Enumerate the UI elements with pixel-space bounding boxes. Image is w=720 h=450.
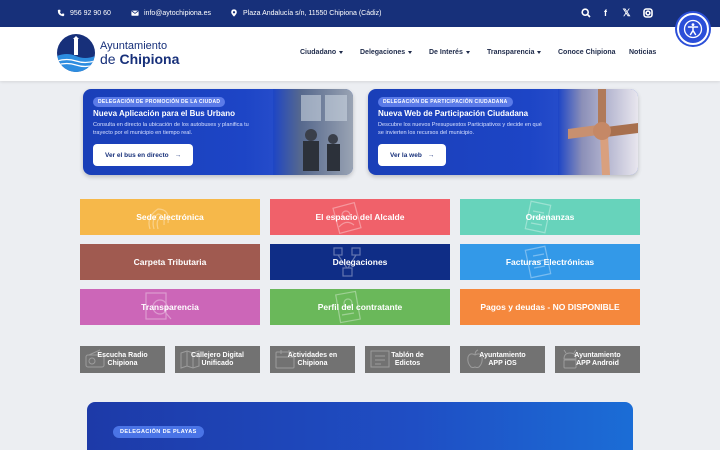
nav-label: Delegaciones (360, 49, 406, 56)
label-line2: APP iOS (488, 359, 517, 367)
label-line2: Chipiona (107, 359, 138, 367)
nav-de-interes[interactable]: De Interés (429, 49, 470, 56)
small-tile-label: Actividades en Chipiona (288, 352, 337, 368)
address-text: Plaza Andalucía s/n, 11550 Chipiona (Cád… (243, 9, 382, 17)
accessibility-button[interactable] (677, 13, 709, 45)
beach-badge: DELEGACIÓN DE PLAYAS (113, 426, 204, 438)
tile-perfil-contratante[interactable]: Perfil del contratante (270, 289, 450, 325)
tile-label: Transparencia (141, 302, 199, 312)
label-line2: Chipiona (297, 359, 328, 367)
mail-icon (131, 10, 139, 16)
label-line2: Unificado (201, 359, 234, 367)
x-icon[interactable]: 𝕏 (621, 8, 632, 19)
chevron-down-icon (537, 51, 542, 54)
tile-transparencia[interactable]: Transparencia (80, 289, 260, 325)
logo-subtitle-prefix: de (100, 51, 120, 67)
promo-title: Nueva Aplicación para el Bus Urbano (93, 109, 235, 118)
promo-card-bus: DELEGACIÓN DE PROMOCIÓN DE LA CIUDAD Nue… (83, 89, 353, 175)
small-tile-label: Tablón de Edictos (391, 352, 424, 368)
tile-label: Ordenanzas (525, 212, 575, 222)
beaches-banner: DELEGACIÓN DE PLAYAS (87, 402, 633, 450)
instagram-icon[interactable] (642, 8, 653, 19)
phone-icon (57, 9, 65, 17)
label-line1: Ayuntamiento (479, 351, 526, 359)
tile-espacio-alcalde[interactable]: El espacio del Alcalde (270, 199, 450, 235)
label-line2: APP Android (576, 359, 619, 367)
accessibility-icon (683, 19, 703, 39)
tile-label: El espacio del Alcalde (315, 212, 405, 222)
nav-ciudadano[interactable]: Ciudadano (300, 49, 344, 56)
nav-noticias[interactable]: Noticias (629, 49, 656, 56)
small-tile-label: Callejero Digital Unificado (191, 352, 244, 368)
logo-subtitle-bold: Chipiona (119, 51, 180, 67)
label-line1: Actividades en (287, 351, 338, 359)
nav-label: Conoce Chipiona (558, 49, 616, 56)
location-icon (231, 9, 237, 17)
nav-transparencia[interactable]: Transparencia (487, 49, 542, 56)
small-tile-radio[interactable]: Escucha Radio Chipiona (80, 346, 165, 373)
nav-label: Transparencia (487, 49, 535, 56)
top-bar: 956 92 90 60 info@aytochipiona.es Plaza … (0, 0, 720, 27)
nav-label: Ciudadano (300, 49, 337, 56)
promo-title: Nueva Web de Participación Ciudadana (378, 109, 529, 118)
label-line2: Edictos (394, 359, 421, 367)
tile-ordenanzas[interactable]: Ordenanzas (460, 199, 640, 235)
chevron-down-icon (465, 51, 470, 54)
tile-label: Facturas Electrónicas (505, 257, 595, 267)
tile-label: Pagos y deudas - NO DISPONIBLE (480, 302, 620, 312)
tile-label: Carpeta Tributaria (133, 257, 207, 267)
bus-interior-image (273, 89, 353, 175)
label-line1: Ayuntamiento (574, 351, 621, 359)
arrow-right-icon: → (174, 151, 182, 159)
nav-conoce-chipiona[interactable]: Conoce Chipiona (558, 49, 616, 56)
small-tile-label: Ayuntamiento APP iOS (479, 352, 525, 368)
promo-badge: DELEGACIÓN DE PROMOCIÓN DE LA CIUDAD (93, 97, 226, 107)
tile-facturas-electronicas[interactable]: Facturas Electrónicas (460, 244, 640, 280)
address-link[interactable]: Plaza Andalucía s/n, 11550 Chipiona (Cád… (230, 9, 381, 17)
facebook-icon[interactable]: f (600, 8, 611, 19)
logo-icon[interactable] (57, 34, 95, 72)
tile-pagos-deudas[interactable]: Pagos y deudas - NO DISPONIBLE (460, 289, 640, 325)
joined-hands-image (558, 89, 638, 175)
button-label: Ver el bus en directo (105, 151, 169, 159)
tile-sede-electronica[interactable]: Sede electrónica (80, 199, 260, 235)
email-link[interactable]: info@aytochipiona.es (131, 9, 211, 17)
promo-description: Consulta en directo la ubicación de los … (93, 122, 249, 136)
button-label: Ver la web (390, 151, 422, 159)
nav-label: De Interés (429, 49, 463, 56)
small-tile-callejero[interactable]: Callejero Digital Unificado (175, 346, 260, 373)
tile-label: Sede electrónica (136, 212, 204, 222)
tile-carpeta-tributaria[interactable]: Carpeta Tributaria (80, 244, 260, 280)
logo-subtitle[interactable]: de Chipiona (100, 51, 179, 67)
small-tile-actividades[interactable]: Actividades en Chipiona (270, 346, 355, 373)
small-tile-tablon[interactable]: Tablón de Edictos (365, 346, 450, 373)
bus-live-button[interactable]: Ver el bus en directo → (93, 144, 194, 166)
chevron-down-icon (408, 51, 413, 54)
search-icon[interactable] (580, 8, 591, 19)
label-line1: Escucha Radio (97, 351, 148, 359)
tile-delegaciones[interactable]: Delegaciones (270, 244, 450, 280)
nav-label: Noticias (629, 49, 657, 56)
phone-link[interactable]: 956 92 90 60 (57, 9, 111, 17)
phone-number: 956 92 90 60 (70, 9, 111, 17)
small-tile-app-ios[interactable]: Ayuntamiento APP iOS (460, 346, 545, 373)
label-line1: Callejero Digital (191, 351, 244, 359)
promo-description: Descubre los nuevos Presupuestos Partici… (378, 122, 542, 136)
small-tile-label: Escucha Radio Chipiona (97, 352, 147, 368)
promo-badge: DELEGACIÓN DE PARTICIPACIÓN CIUDADANA (378, 97, 513, 107)
label-line1: Tablón de (391, 351, 424, 359)
chevron-down-icon (339, 51, 344, 54)
notice-board-icon (370, 350, 390, 368)
small-tile-app-android[interactable]: Ayuntamiento APP Android (555, 346, 640, 373)
nav-delegaciones[interactable]: Delegaciones (360, 49, 413, 56)
arrow-right-icon: → (427, 151, 435, 159)
email-address: info@aytochipiona.es (144, 9, 212, 17)
tile-label: Delegaciones (332, 257, 388, 267)
tile-label: Perfil del contratante (317, 302, 403, 312)
small-tile-label: Ayuntamiento APP Android (574, 352, 620, 368)
site-header: Ayuntamiento de Chipiona Ciudadano Deleg… (0, 27, 720, 81)
view-web-button[interactable]: Ver la web → (378, 144, 447, 166)
promo-card-participation: DELEGACIÓN DE PARTICIPACIÓN CIUDADANA Nu… (368, 89, 638, 175)
